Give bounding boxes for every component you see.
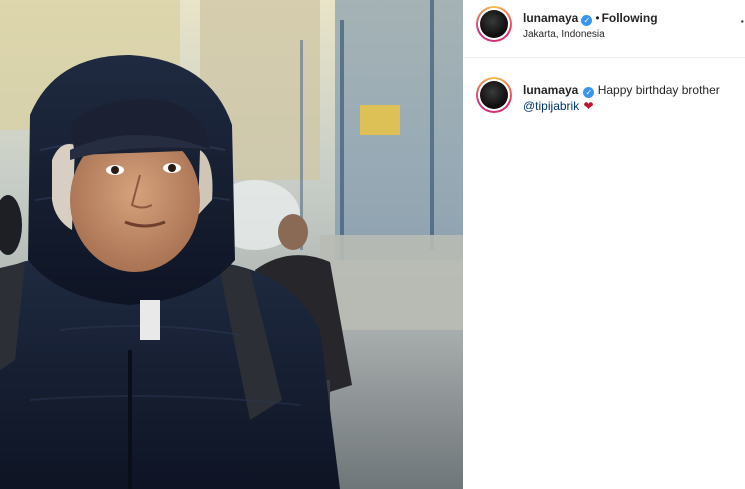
post-photo-image <box>0 0 463 489</box>
dot-separator: • <box>595 11 600 25</box>
following-button[interactable]: Following <box>602 11 658 25</box>
avatar[interactable] <box>476 6 512 42</box>
post-location[interactable]: Jakarta, Indonesia <box>523 29 605 40</box>
post-caption: lunamaya ✓ Happy birthday brother @tipija… <box>523 82 738 114</box>
post-header: lunamaya ✓ • Following Jakarta, Indonesia · <box>463 0 745 58</box>
verified-badge-icon: ✓ <box>583 87 595 98</box>
post-photo[interactable] <box>0 0 463 489</box>
header-username[interactable]: lunamaya <box>523 11 578 25</box>
post-sidebar: lunamaya ✓ • Following Jakarta, Indonesia ·… <box>463 0 745 489</box>
caption-avatar[interactable] <box>476 77 512 113</box>
verified-badge-icon: ✓ <box>581 15 593 26</box>
heart-emoji-icon: ❤ <box>583 99 594 113</box>
caption-text: Happy birthday brother <box>597 83 720 97</box>
caption-username[interactable]: lunamaya <box>523 83 578 97</box>
mention-link[interactable]: @tipijabrik <box>523 99 579 113</box>
more-options-icon[interactable]: · <box>737 13 745 29</box>
header-user-line: lunamaya ✓ • Following <box>523 11 658 26</box>
